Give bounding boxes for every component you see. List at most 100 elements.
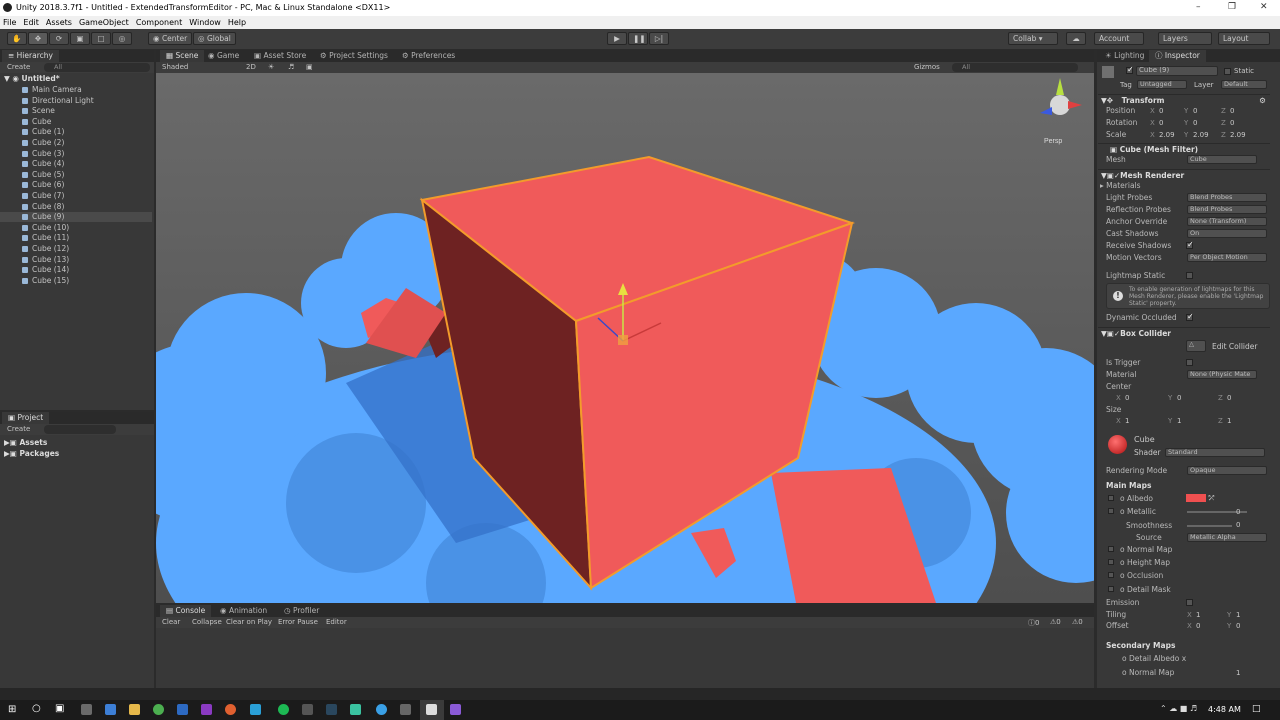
- console-editor-dropdown[interactable]: Editor: [326, 618, 347, 626]
- rotation-x-field[interactable]: 0: [1159, 118, 1163, 128]
- tab-preferences[interactable]: ⚙ Preferences: [396, 50, 461, 62]
- renderer-row-dropdown[interactable]: None (Transform): [1187, 217, 1267, 226]
- texture-slot[interactable]: [1108, 508, 1114, 514]
- effects-toggle-icon[interactable]: ▣: [306, 63, 313, 71]
- motion-vectors-dropdown[interactable]: Per Object Motion: [1187, 253, 1267, 262]
- scene-viewport[interactable]: Persp: [156, 73, 1094, 603]
- console-clear-on-play-button[interactable]: Clear on Play: [226, 618, 272, 626]
- collab-button[interactable]: Collab ▾: [1008, 32, 1058, 45]
- global-space-button[interactable]: ◎ Global: [193, 32, 236, 45]
- notifications-icon[interactable]: □: [1252, 704, 1261, 714]
- menu-component[interactable]: Component: [136, 18, 182, 27]
- hierarchy-item[interactable]: Cube (15): [32, 276, 69, 286]
- component-menu-icon[interactable]: ⚙: [1259, 95, 1266, 106]
- close-icon[interactable]: ✕: [1260, 2, 1268, 12]
- map-label-albedo[interactable]: o Albedo: [1120, 494, 1153, 504]
- lightmap-static-checkbox[interactable]: [1186, 272, 1193, 279]
- tab-hierarchy[interactable]: ≡ Hierarchy: [2, 50, 59, 62]
- menu-assets[interactable]: Assets: [46, 18, 72, 27]
- tab-lighting[interactable]: ☀ Lighting: [1099, 50, 1150, 62]
- persp-label[interactable]: Persp: [1044, 138, 1062, 145]
- search-icon[interactable]: ○: [32, 703, 41, 714]
- rotate-tool-icon[interactable]: ⟳: [49, 32, 69, 45]
- hierarchy-item[interactable]: Cube: [32, 117, 51, 127]
- layer-dropdown[interactable]: Default: [1221, 80, 1267, 89]
- folder-icon[interactable]: [129, 704, 140, 715]
- project-create-button[interactable]: Create: [7, 425, 30, 433]
- dynamic-occluded-checkbox[interactable]: [1186, 312, 1194, 321]
- shader-dropdown[interactable]: Standard: [1165, 448, 1265, 457]
- offset-y-field[interactable]: 0: [1236, 621, 1240, 631]
- hierarchy-item[interactable]: Cube (14): [32, 265, 69, 275]
- smoothness-slider[interactable]: [1187, 525, 1232, 527]
- scale-tool-icon[interactable]: ▣: [70, 32, 90, 45]
- mesh-renderer-header[interactable]: ▼▣✓Mesh Renderer: [1098, 169, 1270, 180]
- shading-mode-dropdown[interactable]: Shaded: [162, 63, 188, 71]
- hierarchy-item[interactable]: Cube (5): [32, 170, 64, 180]
- tab-animation[interactable]: ◉ Animation: [214, 605, 273, 617]
- scale-z-field[interactable]: 2.09: [1230, 130, 1246, 140]
- layout-button[interactable]: Layout: [1218, 32, 1270, 45]
- object-name-field[interactable]: Cube (9): [1136, 66, 1218, 76]
- task-view-icon[interactable]: ▣: [55, 703, 64, 714]
- edit-collider-button[interactable]: △: [1186, 340, 1206, 352]
- size-z-field[interactable]: 1: [1227, 416, 1231, 426]
- audio-toggle-icon[interactable]: ♬: [288, 63, 294, 71]
- size-x-field[interactable]: 1: [1125, 416, 1129, 426]
- normal-map2-label[interactable]: o Normal Map: [1122, 668, 1174, 678]
- folder-packages[interactable]: ▶▣ Packages: [4, 449, 59, 458]
- play-button[interactable]: ▶: [607, 32, 627, 45]
- maximize-icon[interactable]: ❐: [1228, 2, 1236, 12]
- center-y-field[interactable]: 0: [1177, 393, 1181, 403]
- mesh-filter-header[interactable]: ▣ Cube (Mesh Filter): [1098, 143, 1270, 154]
- map-label-occlusion[interactable]: o Occlusion: [1120, 571, 1163, 581]
- console-error-count[interactable]: ⚠0: [1072, 618, 1083, 626]
- center-x-field[interactable]: 0: [1125, 393, 1129, 403]
- albedo-color-swatch[interactable]: [1186, 494, 1206, 502]
- scene-search-input[interactable]: All: [952, 63, 1078, 72]
- transform-header[interactable]: ▼✥ Transform ⚙: [1098, 94, 1270, 105]
- collider-material-field[interactable]: None (Physic Mate: [1187, 370, 1257, 379]
- unity-taskbar-button[interactable]: [420, 700, 444, 720]
- scene-root[interactable]: ▼ ◉ Untitled*: [4, 74, 60, 83]
- source-dropdown[interactable]: Metallic Alpha: [1187, 533, 1267, 542]
- taskbar-app-icon[interactable]: [350, 704, 361, 715]
- account-button[interactable]: Account: [1094, 32, 1144, 45]
- taskbar-app-icon[interactable]: [302, 704, 313, 715]
- scale-x-field[interactable]: 2.09: [1159, 130, 1175, 140]
- position-x-field[interactable]: 0: [1159, 106, 1163, 116]
- hierarchy-item[interactable]: Cube (10): [32, 223, 69, 233]
- console-collapse-button[interactable]: Collapse: [192, 618, 222, 626]
- position-y-field[interactable]: 0: [1193, 106, 1197, 116]
- hierarchy-item[interactable]: Cube (6): [32, 180, 64, 190]
- hierarchy-item[interactable]: Cube (2): [32, 138, 64, 148]
- taskbar-app-icon[interactable]: [177, 704, 188, 715]
- rotation-y-field[interactable]: 0: [1193, 118, 1197, 128]
- hierarchy-item[interactable]: Main Camera: [32, 85, 82, 95]
- hierarchy-item[interactable]: Directional Light: [32, 96, 94, 106]
- minimize-icon[interactable]: –: [1196, 2, 1201, 12]
- tag-dropdown[interactable]: Untagged: [1137, 80, 1187, 89]
- map-label-detail-mask[interactable]: o Detail Mask: [1120, 585, 1171, 595]
- project-search-input[interactable]: [44, 425, 116, 434]
- texture-slot[interactable]: [1108, 495, 1114, 501]
- menu-edit[interactable]: Edit: [23, 18, 39, 27]
- is-trigger-checkbox[interactable]: [1186, 359, 1193, 366]
- renderer-row-dropdown[interactable]: Blend Probes: [1187, 205, 1267, 214]
- menu-window[interactable]: Window: [189, 18, 221, 27]
- steam-icon[interactable]: [326, 704, 337, 715]
- hand-tool-icon[interactable]: ✋: [7, 32, 27, 45]
- hierarchy-item[interactable]: Cube (7): [32, 191, 64, 201]
- menu-gameobject[interactable]: GameObject: [79, 18, 129, 27]
- console-info-count[interactable]: ⓘ0: [1028, 618, 1039, 628]
- clock-time[interactable]: 4:48 AM: [1208, 705, 1241, 714]
- rotation-z-field[interactable]: 0: [1230, 118, 1234, 128]
- map-label-metallic[interactable]: o Metallic: [1120, 507, 1156, 517]
- hierarchy-item[interactable]: Cube (8): [32, 202, 64, 212]
- lighting-toggle-icon[interactable]: ☀: [268, 63, 274, 71]
- taskbar-app-icon[interactable]: [400, 704, 411, 715]
- size-y-field[interactable]: 1: [1177, 416, 1181, 426]
- tab-inspector[interactable]: ⓘ Inspector: [1149, 50, 1206, 62]
- tab-console[interactable]: ▤ Console: [160, 605, 212, 617]
- hierarchy-item[interactable]: Cube (12): [32, 244, 69, 254]
